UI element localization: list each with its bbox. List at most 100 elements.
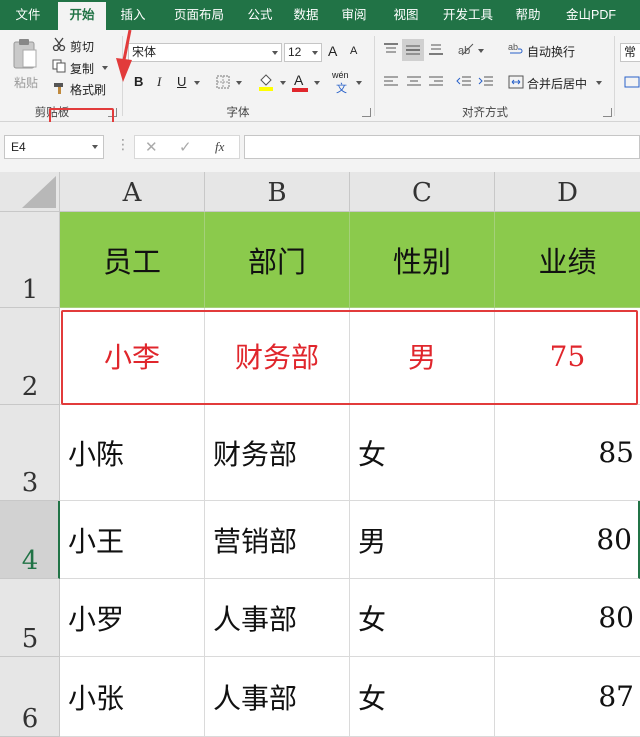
decrease-indent-icon[interactable] <box>456 75 472 89</box>
cut-button[interactable]: 剪切 <box>70 38 94 55</box>
table-cell[interactable]: 部门 <box>205 212 350 308</box>
select-all-triangle-icon <box>22 176 56 208</box>
row-header[interactable]: 5 <box>0 579 60 657</box>
row-header[interactable]: 6 <box>0 657 60 737</box>
border-dropdown-icon[interactable] <box>236 81 242 85</box>
phonetic-dropdown-icon[interactable] <box>356 81 362 85</box>
table-cell[interactable]: 财务部 <box>205 405 350 501</box>
tab-developer[interactable]: 开发工具 <box>436 0 500 30</box>
currency-icon[interactable] <box>624 75 640 89</box>
insert-function-button[interactable]: fx <box>215 139 224 155</box>
table-cell[interactable]: 女 <box>350 405 495 501</box>
tab-formulas[interactable]: 公式 <box>240 0 280 30</box>
increase-font-size-button[interactable]: A <box>328 43 337 59</box>
table-cell[interactable]: 小罗 <box>60 579 205 657</box>
table-cell[interactable]: 员工 <box>60 212 205 308</box>
select-all-corner[interactable] <box>0 172 60 212</box>
table-cell[interactable]: 80 <box>495 579 640 657</box>
font-color-button[interactable]: A <box>292 71 308 93</box>
column-header-c[interactable]: C <box>350 172 495 212</box>
row-header[interactable]: 2 <box>0 308 60 405</box>
tab-insert[interactable]: 插入 <box>112 0 154 30</box>
decrease-font-size-button[interactable]: A <box>350 45 357 57</box>
merge-center-button[interactable]: 合并后居中 <box>527 75 587 92</box>
row-header-selected[interactable]: 4 <box>0 501 60 579</box>
column-header-d[interactable]: D <box>495 172 640 212</box>
font-color-dropdown-icon[interactable] <box>314 81 320 85</box>
underline-dropdown-icon[interactable] <box>194 81 200 85</box>
italic-button[interactable]: I <box>157 74 161 90</box>
font-dialog-launcher[interactable] <box>362 108 371 117</box>
table-cell[interactable]: 人事部 <box>205 657 350 737</box>
tab-home[interactable]: 开始 <box>58 2 106 30</box>
phonetic-button[interactable]: wén 文 <box>332 70 354 95</box>
column-header-b[interactable]: B <box>205 172 350 212</box>
copy-button[interactable]: 复制 <box>70 60 94 77</box>
format-painter-button[interactable]: 格式刷 <box>70 81 106 98</box>
table-cell[interactable]: 人事部 <box>205 579 350 657</box>
table-cell[interactable]: 女 <box>350 657 495 737</box>
wrap-text-button[interactable]: 自动换行 <box>527 43 575 60</box>
chevron-down-icon <box>312 51 318 55</box>
table-cell[interactable]: 85 <box>495 405 640 501</box>
tab-file[interactable]: 文件 <box>6 0 50 30</box>
copy-icon <box>52 59 66 73</box>
table-cell[interactable]: 营销部 <box>205 501 350 579</box>
align-top-icon[interactable] <box>383 42 399 56</box>
orientation-icon[interactable]: ab <box>458 42 474 56</box>
chevron-down-icon <box>92 145 98 149</box>
row-header[interactable]: 3 <box>0 405 60 501</box>
tab-review[interactable]: 审阅 <box>334 0 374 30</box>
align-right-icon[interactable] <box>428 75 444 89</box>
merge-dropdown-icon[interactable] <box>596 81 602 85</box>
cancel-button[interactable]: ✕ <box>145 138 158 156</box>
table-cell[interactable]: 男 <box>350 308 495 405</box>
font-name-select[interactable]: 宋体 <box>128 43 282 62</box>
table-cell[interactable]: 80 <box>495 501 640 579</box>
border-icon[interactable] <box>216 75 230 89</box>
row-header[interactable]: 1 <box>0 212 60 308</box>
underline-button[interactable]: U <box>177 74 186 89</box>
table-cell[interactable]: 性别 <box>350 212 495 308</box>
ribbon: 粘贴 剪切 复制 格式刷 剪贴板 宋体 12 A A B I U A wén 文… <box>0 30 640 129</box>
align-middle-button[interactable] <box>402 39 424 61</box>
tab-help[interactable]: 帮助 <box>508 0 548 30</box>
tab-kingsoft-pdf[interactable]: 金山PDF <box>556 0 626 30</box>
number-format-select[interactable]: 常规 <box>620 43 640 62</box>
table-cell[interactable]: 男 <box>350 501 495 579</box>
table-cell[interactable]: 女 <box>350 579 495 657</box>
tab-view[interactable]: 视图 <box>386 0 426 30</box>
merge-center-icon <box>508 75 524 89</box>
align-left-icon[interactable] <box>383 75 399 89</box>
table-cell[interactable]: 财务部 <box>205 308 350 405</box>
increase-indent-icon[interactable] <box>478 75 494 89</box>
paste-button[interactable]: 粘贴 <box>8 36 42 98</box>
tab-page-layout[interactable]: 页面布局 <box>164 0 234 30</box>
tab-data[interactable]: 数据 <box>286 0 326 30</box>
align-center-icon[interactable] <box>406 75 422 89</box>
orientation-dropdown-icon[interactable] <box>478 49 484 53</box>
phonetic-top-label: wén <box>332 70 349 80</box>
alignment-dialog-launcher[interactable] <box>603 108 612 117</box>
bold-button[interactable]: B <box>134 74 143 89</box>
row-number: 6 <box>21 704 39 734</box>
fill-color-icon[interactable] <box>257 72 275 92</box>
alignment-group-label: 对齐方式 <box>462 107 508 119</box>
row-number: 5 <box>21 624 39 654</box>
table-cell[interactable]: 小陈 <box>60 405 205 501</box>
name-box[interactable]: E4 <box>4 135 104 159</box>
more-icon: ⋮ <box>116 136 130 152</box>
column-header-a[interactable]: A <box>60 172 205 212</box>
table-cell[interactable]: 小张 <box>60 657 205 737</box>
table-cell[interactable]: 小王 <box>60 501 205 579</box>
enter-button[interactable]: ✓ <box>179 138 192 156</box>
fill-color-dropdown-icon[interactable] <box>280 81 286 85</box>
table-cell[interactable]: 业绩 <box>495 212 640 308</box>
table-cell[interactable]: 75 <box>495 308 640 405</box>
align-bottom-icon[interactable] <box>428 42 444 56</box>
formula-input[interactable] <box>244 135 640 159</box>
table-cell[interactable]: 87 <box>495 657 640 737</box>
font-size-select[interactable]: 12 <box>284 43 322 62</box>
table-cell[interactable]: 小李 <box>60 308 205 405</box>
chevron-down-icon <box>272 51 278 55</box>
